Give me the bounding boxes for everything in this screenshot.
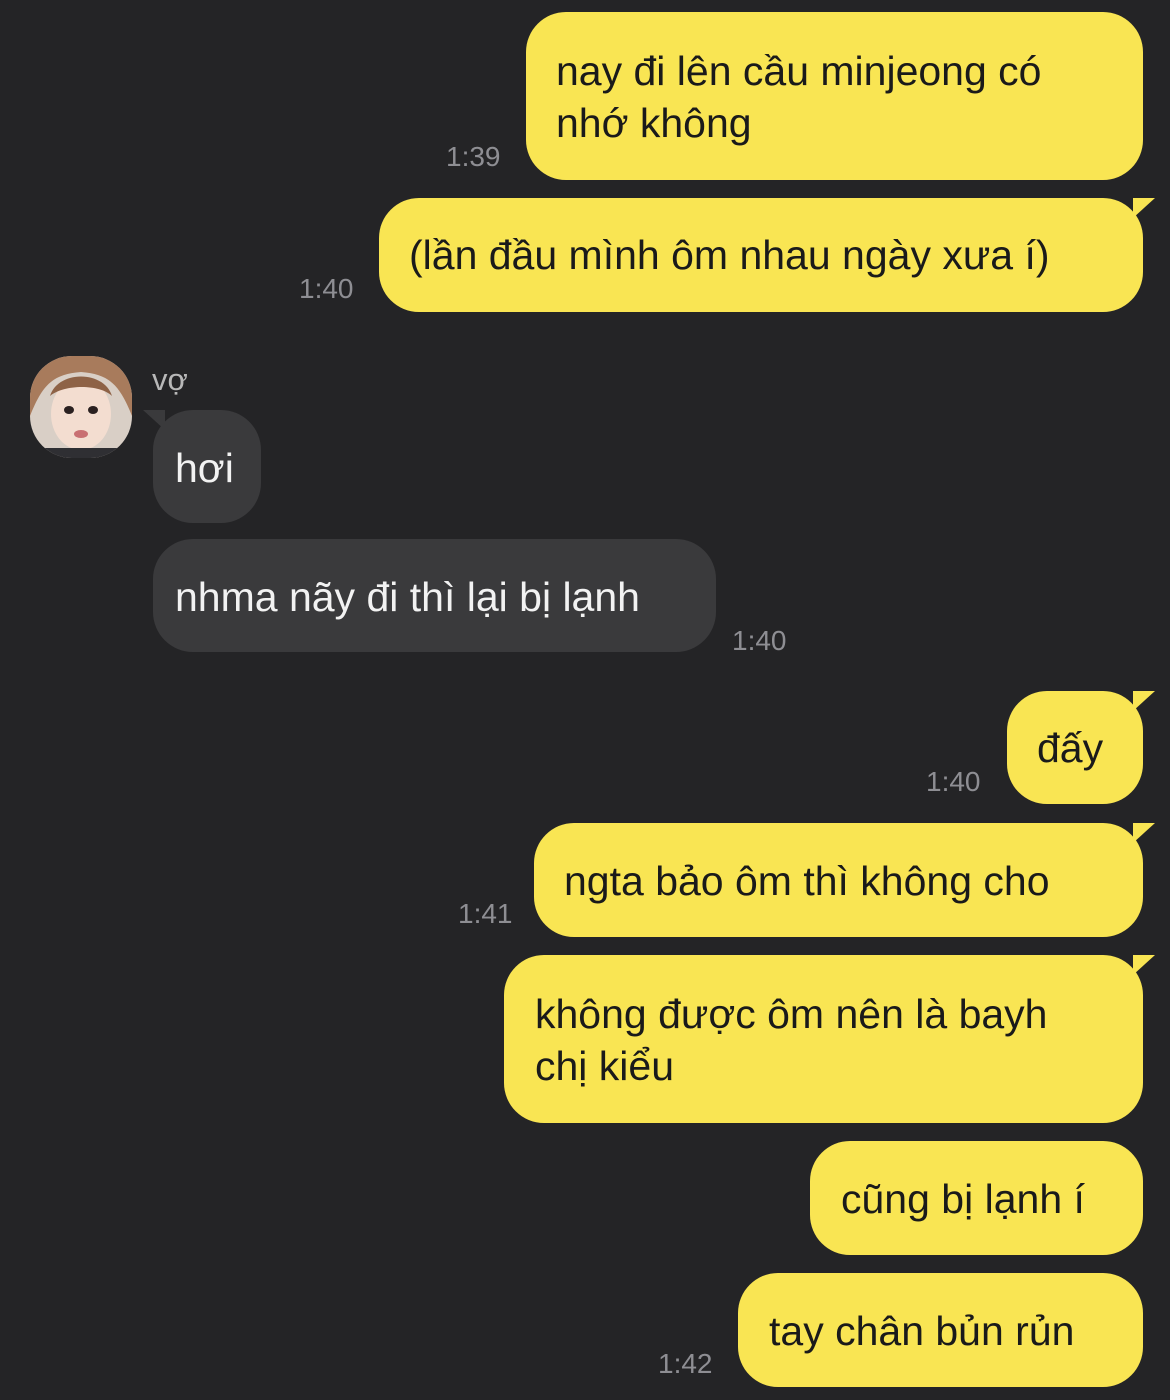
message-timestamp: 1:40 [926, 766, 981, 797]
sent-message-bubble[interactable]: không được ôm nên là bayh chị kiểu [504, 955, 1155, 1123]
message-line: nay đi lên cầu minjeong có [556, 48, 1042, 94]
message-line: tay chân bủn rủn [769, 1308, 1075, 1354]
message-line: chị kiểu [535, 1043, 675, 1089]
received-message-bubble[interactable]: nhma nãy đi thì lại bị lạnh [153, 539, 716, 652]
message-line: đấy [1037, 725, 1104, 771]
sent-message-bubble[interactable]: đấy [1007, 691, 1155, 804]
sent-message-bubble[interactable]: (lần đầu mình ôm nhau ngày xưa í) [379, 198, 1155, 312]
message-timestamp: 1:40 [299, 273, 354, 304]
message-timestamp: 1:42 [658, 1348, 713, 1379]
message-timestamp: 1:40 [732, 625, 787, 656]
avatar-photo-icon [30, 356, 132, 458]
message-timestamp: 1:41 [458, 898, 513, 929]
contact-avatar[interactable] [30, 356, 132, 458]
sent-message-bubble[interactable]: cũng bị lạnh í [810, 1141, 1143, 1255]
received-message-bubble[interactable]: hơi [143, 410, 261, 523]
sender-name: vợ [152, 362, 188, 397]
message-line: không được ôm nên là bayh [535, 991, 1048, 1037]
message-line: hơi [175, 445, 234, 491]
message-line: ngta bảo ôm thì không cho [564, 858, 1050, 904]
message-line: nhớ không [556, 100, 752, 146]
message-line: nhma nãy đi thì lại bị lạnh [175, 574, 640, 620]
message-line: (lần đầu mình ôm nhau ngày xưa í) [409, 232, 1050, 278]
sent-message-bubble[interactable]: tay chân bủn rủn [738, 1273, 1143, 1387]
sent-message-bubble[interactable]: nay đi lên cầu minjeong có nhớ không [526, 12, 1143, 180]
sent-message-bubble[interactable]: ngta bảo ôm thì không cho [534, 823, 1155, 937]
message-timestamp: 1:39 [446, 141, 501, 172]
chat-thread: 1:39 nay đi lên cầu minjeong có nhớ khôn… [0, 0, 1170, 1400]
message-line: cũng bị lạnh í [841, 1176, 1085, 1222]
